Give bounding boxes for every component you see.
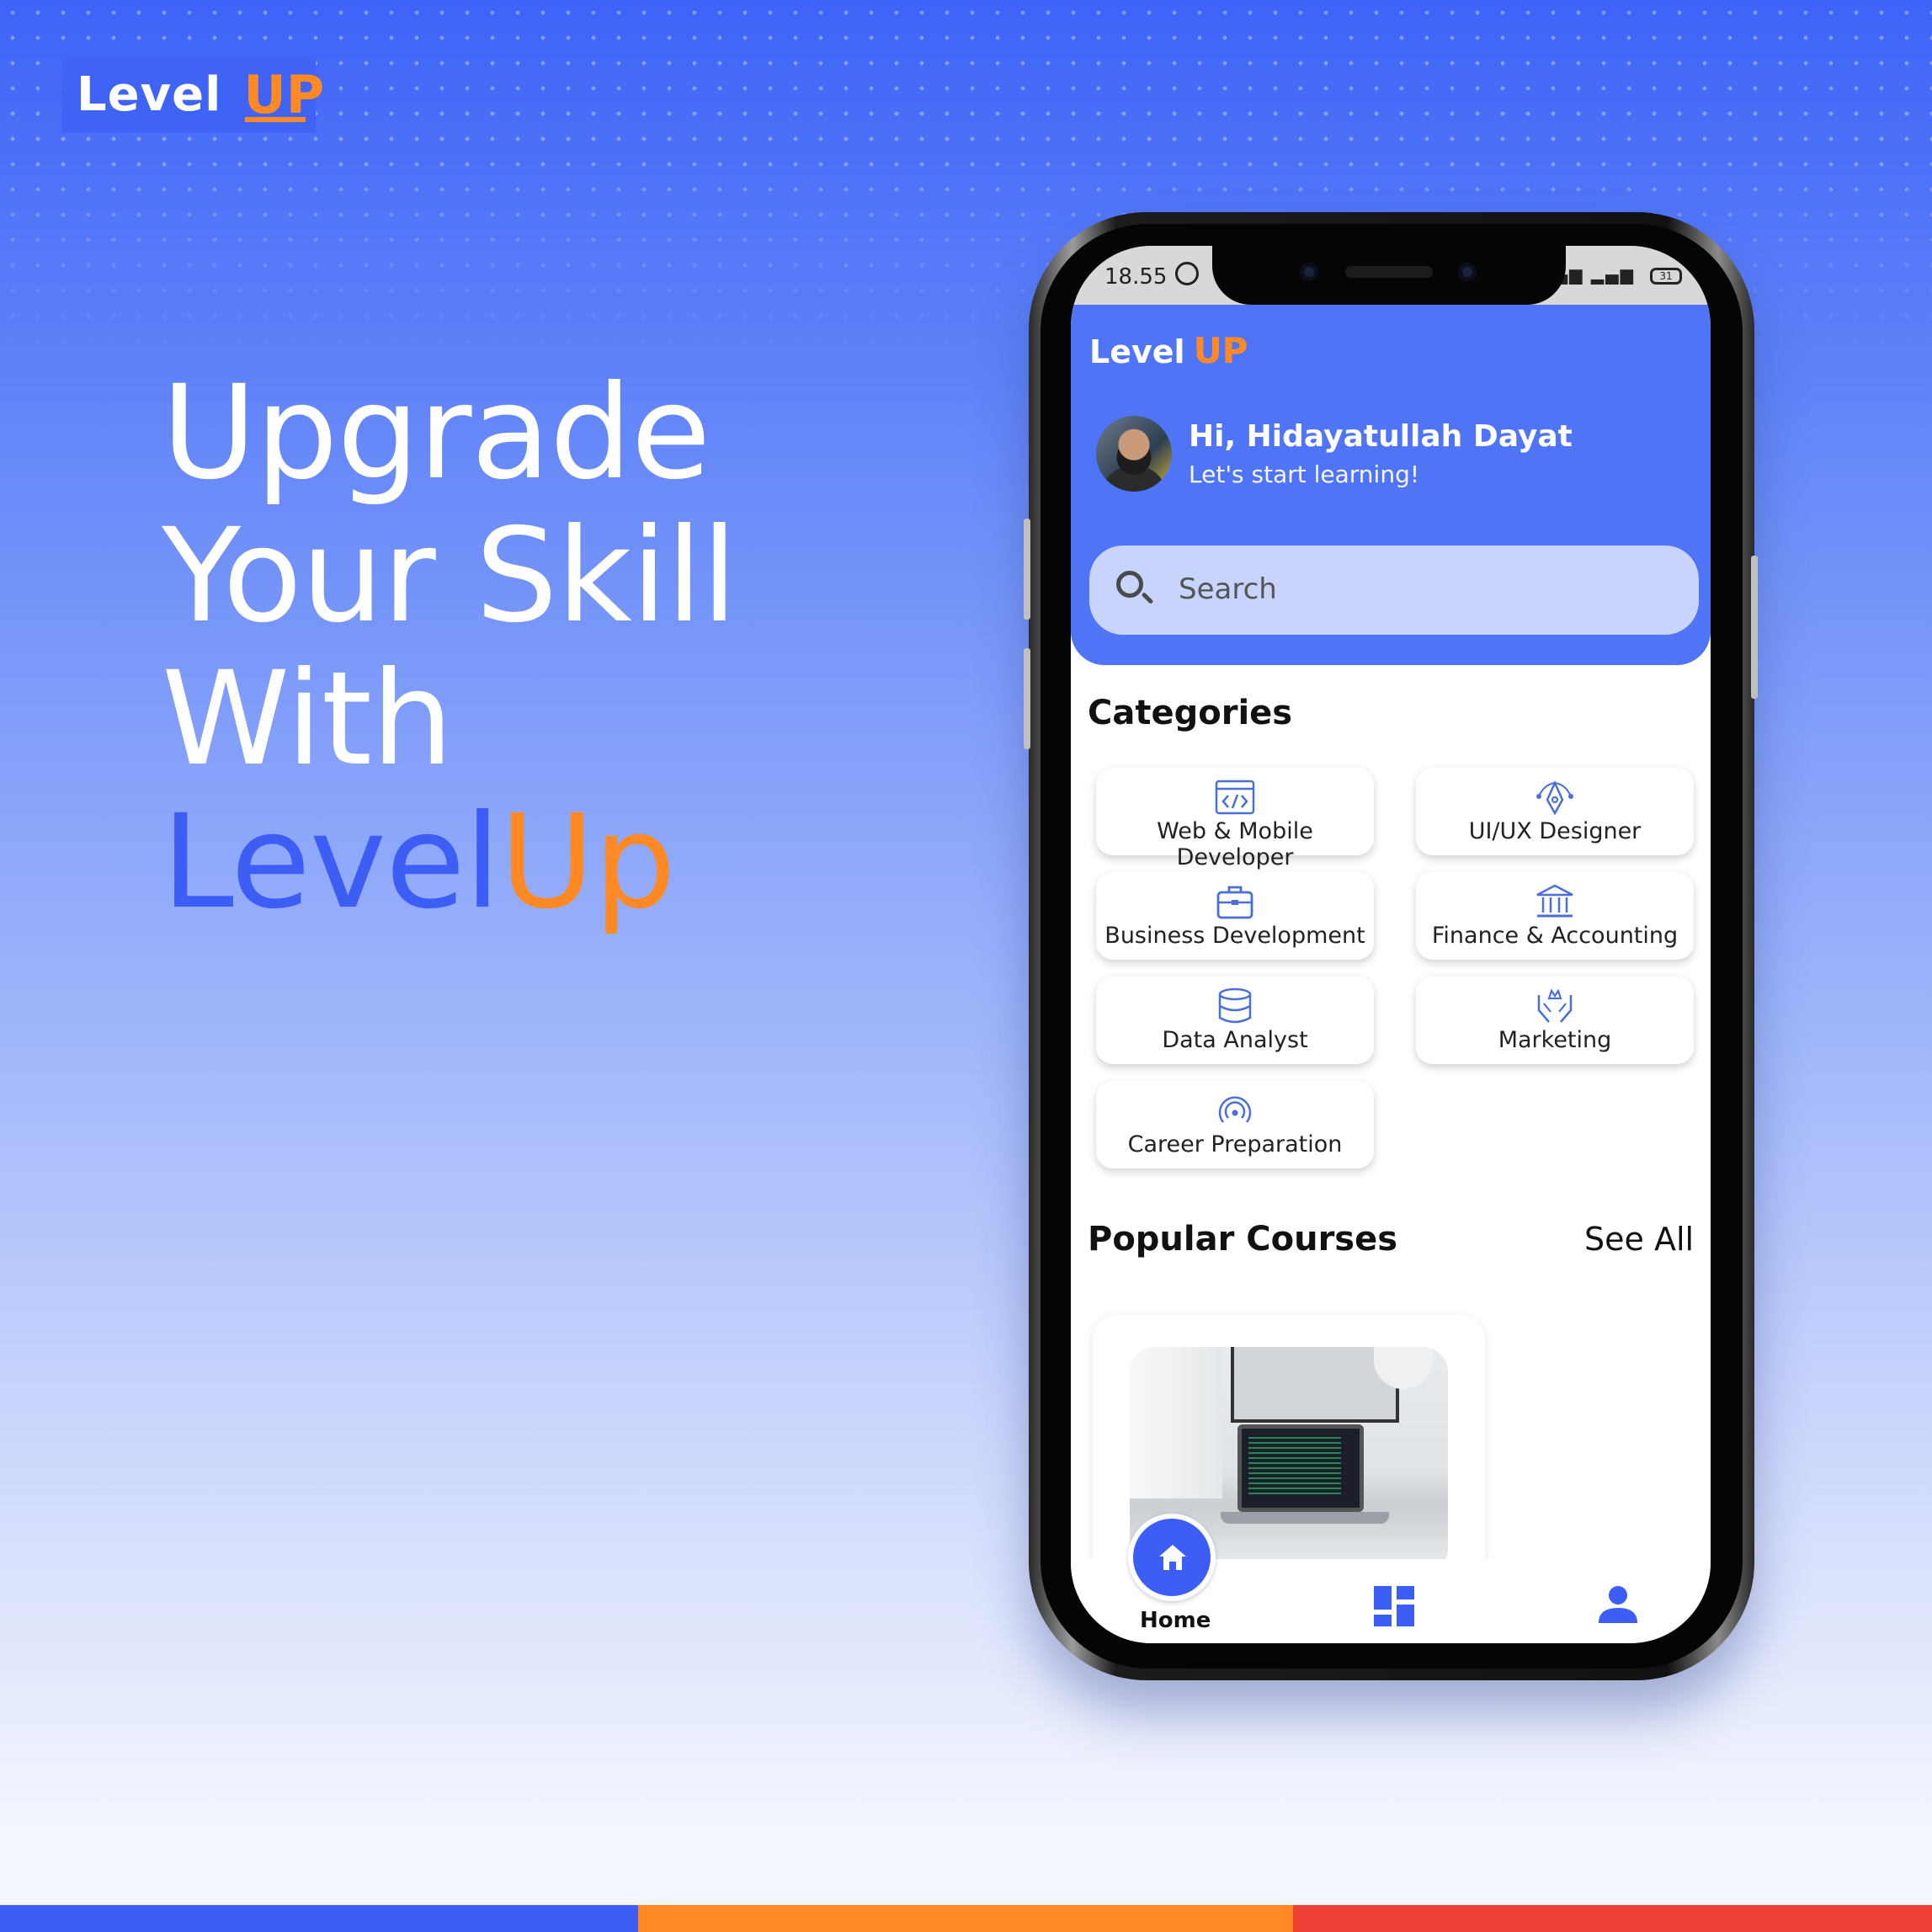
pen-tool-icon: [1536, 780, 1573, 816]
category-finance-accounting[interactable]: Finance & Accounting: [1416, 872, 1694, 960]
hands-crown-icon: [1537, 988, 1573, 1023]
category-career-preparation[interactable]: Career Preparation: [1096, 1081, 1374, 1168]
camera-icon: [1300, 263, 1318, 281]
app-logo-up: UP: [1193, 330, 1248, 371]
whatsapp-icon: [1175, 262, 1199, 285]
stripe-red: [1293, 1905, 1932, 1932]
headline-line-3: With: [162, 644, 454, 795]
category-label: Career Preparation: [1127, 1131, 1343, 1158]
greeting-subtitle: Let's start learning!: [1189, 460, 1420, 488]
database-icon: [1218, 987, 1252, 1024]
sensor-icon: [1458, 263, 1477, 281]
headline-brand-level: Level: [162, 787, 501, 938]
category-label: UI/UX Designer: [1468, 818, 1642, 844]
volume-down-button: [1024, 648, 1030, 749]
app-logo: Level UP: [1089, 330, 1248, 371]
power-button: [1751, 556, 1758, 699]
category-business-development[interactable]: Business Development: [1096, 872, 1374, 960]
avatar[interactable]: [1096, 416, 1172, 492]
dashboard-icon[interactable]: [1372, 1584, 1416, 1628]
popular-courses-title: Popular Courses: [1088, 1220, 1398, 1259]
home-icon: [1159, 1545, 1186, 1570]
bank-icon: [1536, 884, 1573, 918]
headline-brand: LevelUp: [162, 791, 737, 934]
volume-up-button: [1024, 519, 1030, 620]
briefcase-icon: [1216, 886, 1253, 919]
speaker-grille: [1345, 266, 1433, 278]
stripe-orange: [638, 1905, 1293, 1932]
code-window-icon: [1215, 780, 1255, 815]
headline-line-2: Your Skill: [162, 501, 737, 652]
headline-brand-up: Up: [499, 787, 676, 938]
nav-home-label: Home: [1140, 1608, 1211, 1633]
nav-home-button[interactable]: [1128, 1514, 1216, 1601]
user-icon[interactable]: [1596, 1583, 1640, 1626]
search-placeholder: Search: [1179, 572, 1277, 606]
category-label: Finance & Accounting: [1431, 923, 1679, 949]
stripe-blue: [0, 1905, 638, 1932]
hero-headline: Upgrade Your Skill With LevelUp: [162, 362, 737, 934]
category-label: Data Analyst: [1162, 1027, 1308, 1053]
status-time: 18.55: [1104, 264, 1168, 290]
search-icon: [1116, 571, 1143, 598]
color-stripes: [0, 1905, 1932, 1932]
categories-title: Categories: [1088, 694, 1293, 732]
category-marketing[interactable]: Marketing: [1416, 977, 1694, 1064]
category-data-analyst[interactable]: Data Analyst: [1096, 977, 1374, 1064]
logo-up-text: UP: [243, 63, 325, 125]
category-label: Web & Mobile Developer: [1157, 818, 1313, 870]
headline-line-1: Upgrade: [162, 358, 711, 508]
phone-screen: 18.55 4G ▂▄▆ ▂▄▆ 31 Level UP Hi, Hidayat…: [1071, 246, 1711, 1643]
signal-icon: [1218, 1096, 1252, 1123]
category-label: Business Development: [1104, 923, 1365, 949]
battery-icon: 31: [1650, 268, 1682, 285]
search-input[interactable]: Search: [1089, 546, 1699, 635]
levelup-logo: Level UP: [61, 56, 324, 133]
category-web-mobile-developer[interactable]: Web & Mobile Developer: [1096, 768, 1374, 870]
category-ui-ux-designer[interactable]: UI/UX Designer: [1416, 768, 1694, 855]
app-logo-level: Level: [1089, 333, 1185, 370]
phone-notch: [1212, 244, 1566, 305]
logo-level-text: Level: [77, 67, 222, 122]
category-label: Marketing: [1498, 1027, 1612, 1053]
greeting-block: Hi, Hidayatullah Dayat Let's start learn…: [1189, 419, 1573, 488]
see-all-link[interactable]: See All: [1584, 1221, 1694, 1258]
greeting-title: Hi, Hidayatullah Dayat: [1189, 419, 1573, 454]
